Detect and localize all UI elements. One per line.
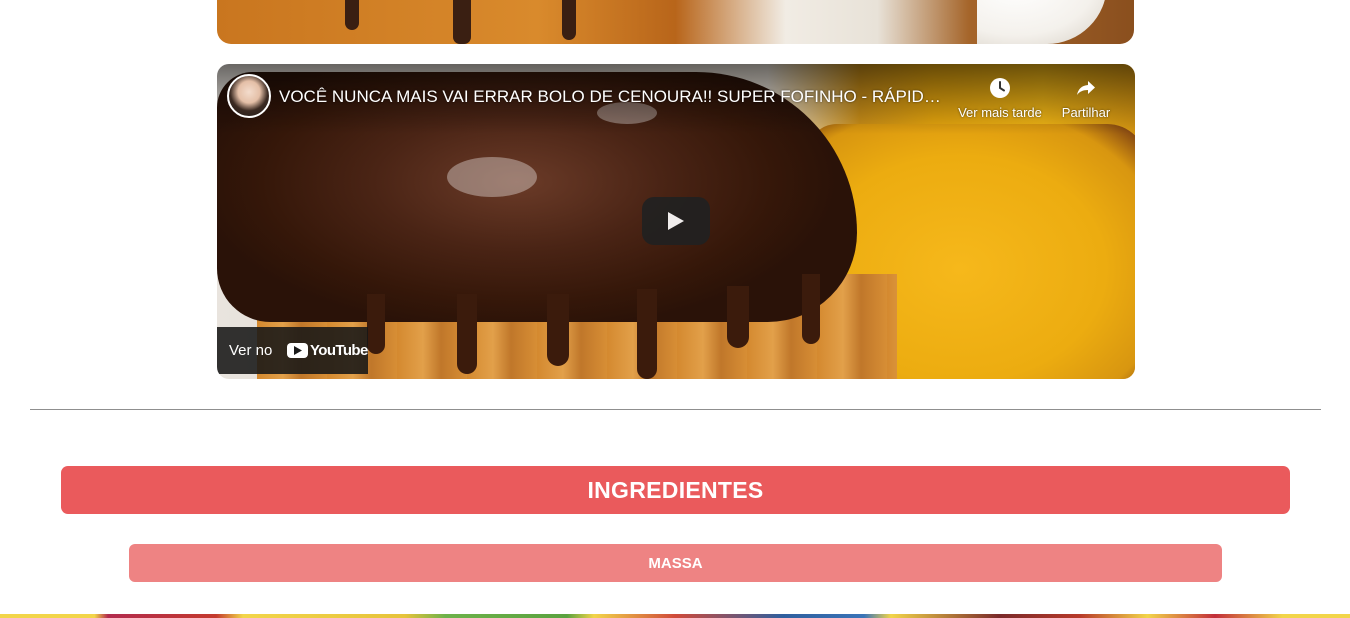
- watch-later-button[interactable]: Ver mais tarde: [957, 76, 1043, 120]
- watch-on-youtube-button[interactable]: Ver no YouTube: [217, 327, 368, 374]
- chocolate-drip: [453, 0, 471, 44]
- watch-later-label: Ver mais tarde: [958, 105, 1042, 120]
- recipe-photo: [217, 0, 1134, 44]
- chocolate-drip: [345, 0, 359, 30]
- section-divider: [30, 409, 1321, 410]
- footer-decoration: [0, 614, 1350, 618]
- youtube-embed[interactable]: VOCÊ NUNCA MAIS VAI ERRAR BOLO DE CENOUR…: [217, 64, 1135, 379]
- share-icon: [1077, 81, 1095, 95]
- frosting-drip: [367, 294, 385, 354]
- play-icon: [668, 212, 684, 230]
- watch-on-label: Ver no: [229, 342, 273, 359]
- frosting-drip: [802, 274, 820, 344]
- frosting-drip: [457, 294, 477, 374]
- frosting-drip: [637, 289, 657, 379]
- plate: [977, 0, 1107, 44]
- frosting-gloss: [447, 157, 537, 197]
- play-button[interactable]: [642, 197, 710, 245]
- share-button[interactable]: Partilhar: [1043, 76, 1129, 120]
- share-label: Partilhar: [1061, 105, 1111, 120]
- frosting-drip: [547, 294, 569, 366]
- channel-avatar[interactable]: [227, 74, 271, 118]
- ingredients-heading: INGREDIENTES: [61, 466, 1290, 514]
- youtube-play-mark: [287, 343, 308, 358]
- ingredient-group-massa: MASSA: [129, 544, 1222, 582]
- video-title[interactable]: VOCÊ NUNCA MAIS VAI ERRAR BOLO DE CENOUR…: [279, 87, 951, 107]
- frosting-drip: [727, 286, 749, 348]
- clock-icon: [990, 78, 1010, 98]
- youtube-triangle-icon: [294, 346, 302, 355]
- chocolate-drip: [562, 0, 576, 40]
- youtube-wordmark: YouTube: [310, 342, 368, 359]
